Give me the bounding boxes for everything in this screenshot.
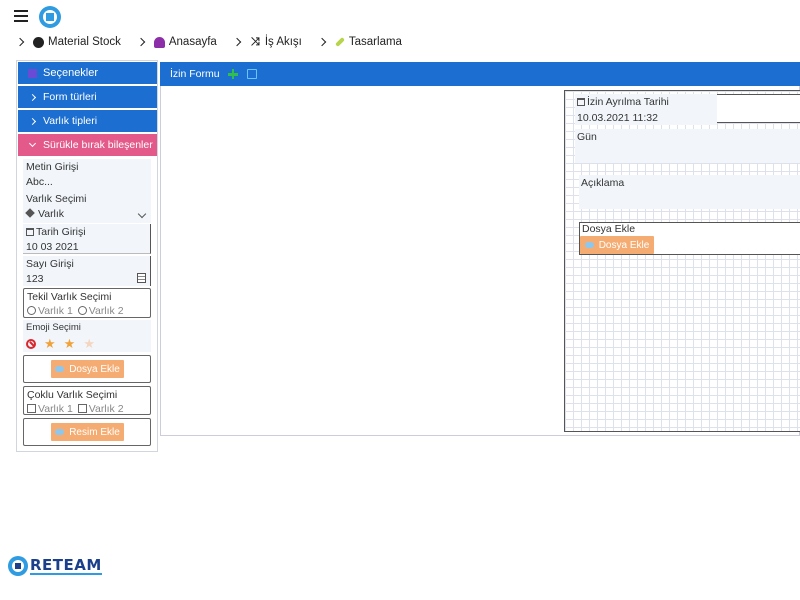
breadcrumb: Material Stock Anasayfa ⤨ İş Akışı Tasar… [14, 34, 416, 50]
button-label: Dosya Ekle [598, 239, 650, 251]
chevron-right-icon [136, 37, 146, 47]
breadcrumb-item-tasarlama[interactable]: Tasarlama [334, 36, 402, 48]
brand-logo: RETEAM [8, 556, 102, 576]
component-multi-entity-select[interactable]: Çoklu Varlık Seçimi Varlık 1 Varlık 2 [23, 386, 151, 415]
chevron-down-icon [28, 139, 37, 148]
section-form-types[interactable]: Form türleri [18, 86, 157, 108]
cloud-upload-icon [55, 429, 65, 435]
button-label: Dosya Ekle [69, 363, 120, 375]
breadcrumb-label: İş Akışı [264, 36, 302, 48]
chevron-right-icon [28, 93, 37, 101]
field-title: İzin Ayrılma Tarihi [587, 96, 669, 108]
calculator-icon [137, 273, 146, 283]
chevron-right-icon [317, 37, 327, 47]
section-label: Form türleri [43, 91, 97, 103]
breadcrumb-label: Tasarlama [348, 36, 402, 48]
component-value: Abc... [26, 176, 53, 188]
field-leave-date[interactable]: İzin Ayrılma Tarihi 10.03.2021 11:32 [575, 94, 717, 125]
file-add-button[interactable]: Dosya Ekle [51, 360, 124, 378]
component-date-input[interactable]: Tarih Girişi 10 03 2021 [23, 224, 151, 254]
component-title: Emoji Seçimi [26, 322, 81, 333]
brush-icon [334, 37, 345, 47]
clear-rating-icon[interactable] [26, 339, 36, 349]
component-number-input[interactable]: Sayı Girişi 123 [23, 256, 151, 286]
component-single-entity-select[interactable]: Tekil Varlık Seçimi Varlık 1 Varlık 2 [23, 288, 151, 318]
options-icon [28, 68, 37, 78]
field-value: 10.03.2021 11:32 [577, 112, 658, 124]
breadcrumb-item-material-stock[interactable]: Material Stock [33, 36, 121, 48]
field-days[interactable]: Gün [575, 129, 800, 163]
calendar-icon [577, 98, 585, 106]
breadcrumb-label: Material Stock [48, 36, 121, 48]
component-title: Metin Girişi [26, 161, 79, 173]
form-title: İzin Formu [170, 68, 220, 80]
globe-icon [33, 36, 44, 48]
radio-label: Varlık 2 [88, 305, 124, 317]
cube-icon [25, 208, 35, 218]
form-design-grid[interactable]: İzin Ayrılma Tarihi 10.03.2021 11:32 Gün… [564, 90, 800, 432]
cloud-upload-icon [55, 366, 65, 372]
app-logo[interactable] [39, 6, 61, 28]
calendar-icon [26, 228, 34, 236]
brand-text: RETEAM [30, 556, 102, 575]
component-file-upload[interactable]: Dosya Ekle [23, 355, 151, 383]
image-add-button[interactable]: Resim Ekle [51, 423, 124, 441]
component-title: Sayı Girişi [26, 258, 74, 270]
star-empty-icon[interactable]: ★ [83, 336, 95, 351]
breadcrumb-item-is-akisi[interactable]: ⤨ İş Akışı [250, 36, 302, 48]
component-entity-select[interactable]: Varlık Seçimi Varlık [23, 191, 151, 223]
brand-mark-icon [8, 556, 28, 576]
options-header[interactable]: Seçenekler [18, 62, 157, 84]
section-label: Sürükle bırak bileşenler [43, 139, 153, 151]
component-title: Varlık Seçimi [26, 193, 87, 205]
component-value: Varlık [38, 208, 65, 220]
add-icon[interactable] [227, 69, 238, 79]
radio-button[interactable] [27, 306, 36, 315]
radio-button[interactable] [77, 306, 87, 315]
component-image-upload[interactable]: Resim Ekle [23, 418, 151, 446]
edit-icon[interactable] [246, 69, 257, 79]
checkbox-label: Varlık 2 [88, 403, 124, 415]
form-header: İzin Formu [160, 62, 800, 86]
field-file-add[interactable]: Dosya Ekle Dosya Ekle [579, 222, 800, 255]
menu-icon[interactable] [14, 10, 28, 22]
field-title: Açıklama [581, 177, 625, 189]
component-value: 10 03 2021 [26, 241, 79, 253]
star-icon[interactable]: ★ [44, 336, 56, 351]
breadcrumb-item-anasayfa[interactable]: Anasayfa [153, 36, 217, 48]
dashboard-icon [153, 36, 165, 48]
field-title: Gün [577, 131, 597, 143]
breadcrumb-label: Anasayfa [168, 36, 217, 48]
checkbox-label: Varlık 1 [38, 403, 73, 415]
options-panel: Seçenekler Form türleri Varlık tipleri S… [16, 60, 158, 452]
top-bar [0, 0, 800, 32]
options-title: Seçenekler [43, 67, 99, 79]
field-title: Dosya Ekle [582, 223, 636, 235]
section-entity-types[interactable]: Varlık tipleri [18, 110, 157, 132]
component-value: 123 [26, 273, 44, 285]
star-icon[interactable]: ★ [64, 336, 76, 351]
component-title: Çoklu Varlık Seçimi [27, 389, 118, 401]
field-description[interactable]: Açıklama [579, 175, 800, 209]
file-add-button[interactable]: Dosya Ekle [580, 236, 654, 254]
cloud-upload-icon [584, 242, 594, 248]
component-text-input[interactable]: Metin Girişi Abc... [23, 159, 151, 191]
shuffle-icon: ⤨ [250, 35, 260, 48]
component-title: Tarih Girişi [36, 226, 86, 238]
component-title: Tekil Varlık Seçimi [27, 291, 112, 303]
chevron-right-icon [28, 117, 37, 125]
field-leave-date-extent [717, 94, 800, 123]
section-label: Varlık tipleri [43, 115, 98, 127]
radio-label: Varlık 1 [38, 305, 73, 317]
button-label: Resim Ekle [69, 426, 120, 438]
checkbox[interactable] [27, 404, 36, 413]
component-emoji-select[interactable]: Emoji Seçimi ★ ★ ★ [23, 320, 151, 352]
chevron-right-icon [15, 37, 25, 47]
section-drag-drop-components[interactable]: Sürükle bırak bileşenler [18, 134, 157, 156]
chevron-right-icon [232, 37, 242, 47]
checkbox[interactable] [77, 404, 87, 413]
